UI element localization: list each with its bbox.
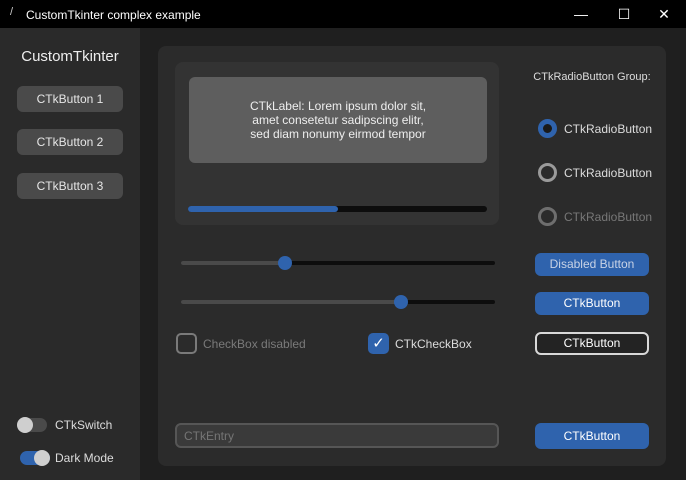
slider-1[interactable] [181, 256, 495, 270]
sidebar-title: CustomTkinter [21, 48, 119, 65]
dark-mode-switch[interactable] [20, 450, 50, 466]
app-feather-icon: / [10, 6, 14, 18]
checkbox-checked[interactable]: ✓ [368, 333, 389, 354]
sidebar-button-2[interactable]: CTkButton 2 [17, 129, 123, 155]
slider-2[interactable] [181, 295, 495, 309]
close-button[interactable]: ✕ [649, 4, 679, 24]
outlined-button[interactable]: CTkButton [535, 332, 649, 355]
radio-label-1: CTkRadioButton [564, 122, 653, 136]
radio-button-3 [538, 207, 557, 226]
disabled-button: Disabled Button [535, 253, 649, 276]
dark-mode-label: Dark Mode [55, 451, 114, 465]
bottom-button[interactable]: CTkButton [535, 423, 649, 449]
checkbox-label: CTkCheckBox [395, 337, 472, 351]
minimize-button[interactable]: — [566, 4, 596, 24]
checkbox-disabled-label: CheckBox disabled [203, 337, 306, 351]
sidebar-button-3[interactable]: CTkButton 3 [17, 173, 123, 199]
radio-label-3: CTkRadioButton [564, 210, 653, 224]
slider-2-thumb[interactable] [393, 295, 408, 309]
progress-bar [188, 206, 487, 212]
radio-label-2: CTkRadioButton [564, 166, 653, 180]
checkbox-disabled [176, 333, 197, 354]
maximize-button[interactable]: ☐ [609, 4, 639, 24]
checkmark-icon: ✓ [372, 335, 385, 352]
sidebar-button-1[interactable]: CTkButton 1 [17, 86, 123, 112]
radio-group-label: CTkRadioButton Group: [533, 71, 651, 83]
ctk-button[interactable]: CTkButton [535, 292, 649, 315]
switch-label: CTkSwitch [55, 418, 113, 432]
ctk-label: CTkLabel: Lorem ipsum dolor sit, amet co… [189, 77, 487, 163]
window-title: CustomTkinter complex example [26, 8, 201, 22]
title-bar: / CustomTkinter complex example — ☐ ✕ [0, 0, 686, 28]
sidebar: CustomTkinter CTkButton 1 CTkButton 2 CT… [0, 28, 140, 480]
ctk-switch[interactable] [17, 417, 47, 433]
progress-fill [188, 206, 338, 212]
radio-button-1[interactable] [538, 119, 557, 138]
ctk-entry[interactable] [175, 423, 499, 448]
radio-button-2[interactable] [538, 163, 557, 182]
slider-1-thumb[interactable] [277, 256, 292, 270]
